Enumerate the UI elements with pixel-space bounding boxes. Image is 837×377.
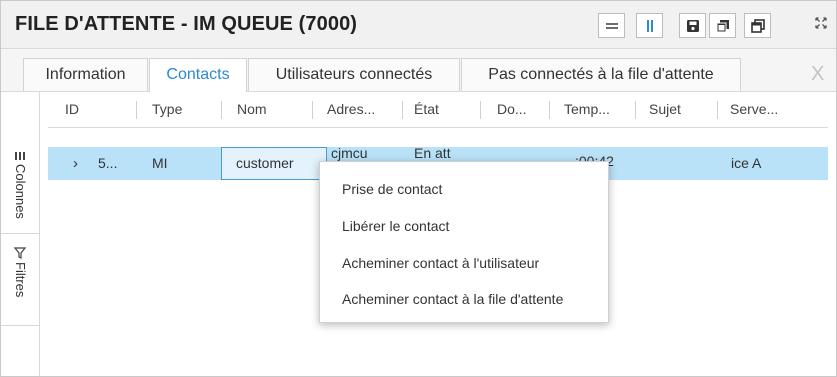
save-button[interactable] xyxy=(679,13,706,38)
column-header-adresse[interactable]: Adres... xyxy=(327,92,375,127)
columns-icon xyxy=(645,19,655,33)
equals-button[interactable] xyxy=(598,13,625,38)
tab-contacts[interactable]: Contacts xyxy=(149,58,247,92)
grid-header: ID Type Nom Adres... État Do... Temp... … xyxy=(48,92,828,128)
save-icon xyxy=(686,19,700,33)
tab-close-button[interactable]: X xyxy=(811,63,824,86)
title-bar: FILE D'ATTENTE - IM QUEUE (7000) xyxy=(1,1,836,49)
column-header-id[interactable]: ID xyxy=(65,92,79,127)
tab-bar: Information Contacts Utilisateurs connec… xyxy=(1,49,836,92)
copy-icon xyxy=(716,19,730,33)
filters-label: Filtres xyxy=(13,262,28,298)
column-header-do[interactable]: Do... xyxy=(497,92,527,127)
tab-information[interactable]: Information xyxy=(23,58,148,91)
filters-side-tab[interactable]: Filtres xyxy=(1,234,39,326)
columns-label: Colonnes xyxy=(13,164,28,219)
cell-id: 5... xyxy=(98,155,118,171)
side-panel: Colonnes Filtres xyxy=(1,92,40,376)
column-header-sujet[interactable]: Sujet xyxy=(649,92,681,127)
restore-icon xyxy=(750,18,765,33)
columns-button[interactable] xyxy=(636,13,663,38)
column-header-temps[interactable]: Temp... xyxy=(564,92,610,127)
cell-type: MI xyxy=(152,155,168,171)
menu-item-liberer-contact[interactable]: Libérer le contact xyxy=(342,218,449,234)
window-title: FILE D'ATTENTE - IM QUEUE (7000) xyxy=(15,13,358,35)
equals-icon xyxy=(605,21,619,31)
cell-nom: customer xyxy=(236,155,294,171)
collapse-button[interactable] xyxy=(809,13,833,37)
cell-serveur: ice A xyxy=(731,155,762,171)
menu-item-prise-de-contact[interactable]: Prise de contact xyxy=(342,181,442,197)
tab-pas-connectes[interactable]: Pas connectés à la file d'attente xyxy=(461,58,741,91)
queue-window: FILE D'ATTENTE - IM QUEUE (7000) Informa… xyxy=(0,0,837,377)
column-header-serveur[interactable]: Serve... xyxy=(730,92,778,127)
column-header-type[interactable]: Type xyxy=(152,92,182,127)
column-header-etat[interactable]: État xyxy=(414,92,439,127)
row-expander-icon[interactable]: › xyxy=(73,147,78,180)
tab-utilisateurs-connectes[interactable]: Utilisateurs connectés xyxy=(248,58,460,91)
menu-item-acheminer-file[interactable]: Acheminer contact à la file d'attente xyxy=(342,291,563,307)
copy-button[interactable] xyxy=(709,13,736,38)
restore-button[interactable] xyxy=(744,13,771,38)
collapse-icon xyxy=(815,16,827,34)
column-header-nom[interactable]: Nom xyxy=(237,92,267,127)
columns-side-tab[interactable]: Colonnes xyxy=(1,92,39,234)
context-menu: Prise de contact Libérer le contact Ache… xyxy=(319,161,609,323)
menu-item-acheminer-utilisateur[interactable]: Acheminer contact à l'utilisateur xyxy=(342,255,539,271)
